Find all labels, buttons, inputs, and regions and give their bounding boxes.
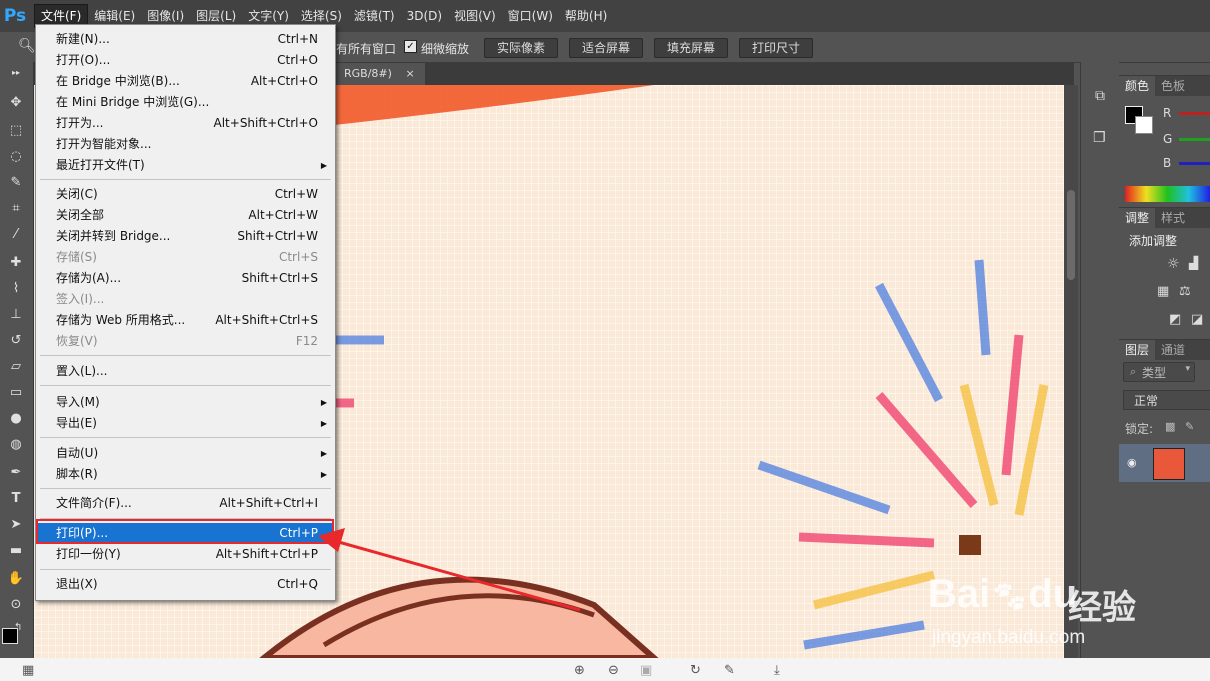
watermark-brand-cn: 经验	[1068, 588, 1136, 628]
watermark-url: jingyan.baidu.com	[932, 627, 1086, 648]
watermark-brand: Bai🐾︎du	[928, 572, 1078, 616]
